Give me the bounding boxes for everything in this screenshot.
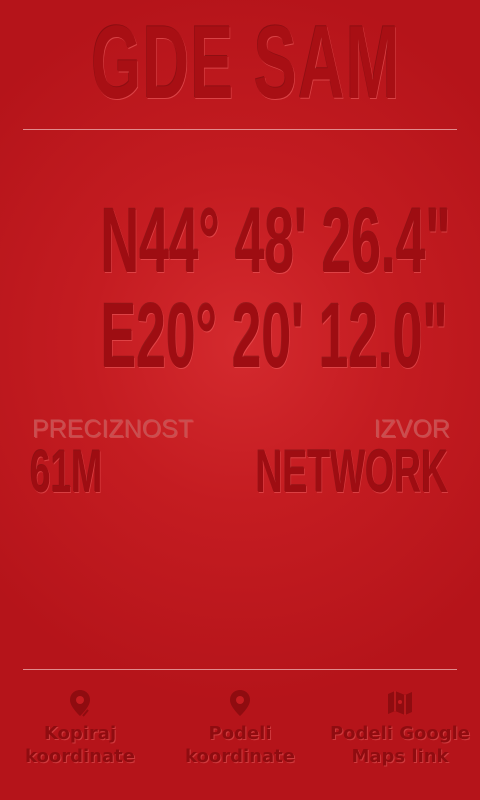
share-google-maps-label-line1: Podeli Google xyxy=(329,723,471,744)
longitude-readout: E20° 20' 12.0" xyxy=(100,285,448,387)
share-google-maps-link-button[interactable]: Podeli Google Maps link xyxy=(320,688,480,780)
accuracy-value: 61M xyxy=(30,438,103,505)
copy-coordinates-label-line1: Kopiraj xyxy=(43,723,117,744)
latitude-readout: N44° 48' 26.4" xyxy=(100,190,451,292)
share-coordinates-label-line2: koordinate xyxy=(185,746,295,767)
action-bar: Kopiraj koordinate Podeli koordinate Pod… xyxy=(0,680,480,790)
map-pin-icon xyxy=(226,688,254,718)
folded-map-icon xyxy=(386,688,414,718)
share-coordinates-label-line1: Podeli xyxy=(208,723,272,744)
share-google-maps-label-line2: Maps link xyxy=(351,746,449,767)
share-coordinates-button[interactable]: Podeli koordinate xyxy=(160,688,320,780)
copy-coordinates-label-line2: koordinate xyxy=(25,746,135,767)
copy-coordinates-button[interactable]: Kopiraj koordinate xyxy=(0,688,160,780)
header-divider xyxy=(23,129,457,130)
source-value: NETWORK xyxy=(255,438,448,505)
app-title: GDE SAM xyxy=(91,5,401,121)
footer-divider xyxy=(23,669,457,670)
map-pin-icon xyxy=(66,688,94,718)
